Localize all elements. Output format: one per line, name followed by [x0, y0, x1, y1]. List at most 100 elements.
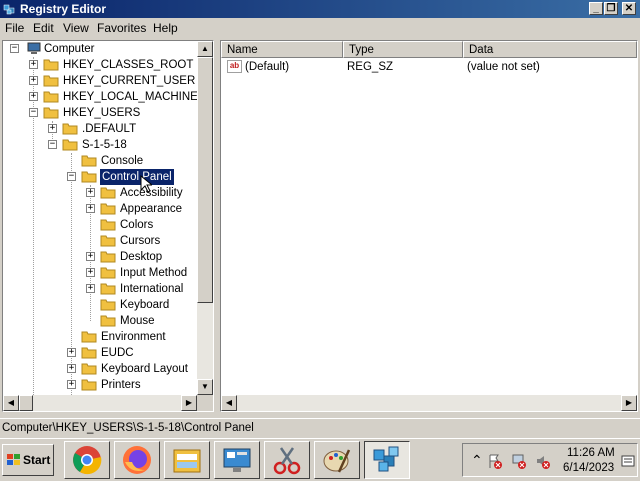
- menu-file[interactable]: File: [5, 21, 24, 35]
- tree-node-s-1-5-18[interactable]: − S-1-5-18: [3, 137, 213, 153]
- scroll-thumb[interactable]: [197, 57, 213, 303]
- collapse-toggle[interactable]: −: [29, 108, 38, 117]
- scroll-right-button[interactable]: ▶: [621, 395, 637, 411]
- keyboard-language-icon[interactable]: [621, 455, 635, 467]
- tree-node-hku[interactable]: − HKEY_USERS: [3, 105, 213, 121]
- expand-toggle[interactable]: +: [67, 380, 76, 389]
- expand-toggle[interactable]: +: [86, 252, 95, 261]
- volume-muted-icon[interactable]: [535, 453, 551, 469]
- tree-node-hkcu[interactable]: + HKEY_CURRENT_USER: [3, 73, 213, 89]
- tree-node-cursors[interactable]: Cursors: [3, 233, 213, 249]
- scroll-thumb[interactable]: [19, 395, 33, 411]
- folder-open-icon: [81, 171, 97, 183]
- tree-node-console[interactable]: Console: [3, 153, 213, 169]
- string-value-icon: ab: [227, 60, 242, 73]
- folder-open-icon: [43, 107, 59, 119]
- taskbar-explorer-button[interactable]: [164, 441, 210, 479]
- tree-node-keyboard[interactable]: Keyboard: [3, 297, 213, 313]
- start-button[interactable]: Start: [2, 444, 54, 476]
- expand-toggle[interactable]: +: [86, 204, 95, 213]
- tree-node-default[interactable]: + .DEFAULT: [3, 121, 213, 137]
- tree-node-eudc[interactable]: + EUDC: [3, 345, 213, 361]
- scroll-left-button[interactable]: ◀: [3, 395, 19, 411]
- list-horizontal-scrollbar[interactable]: ◀ ▶: [221, 395, 637, 411]
- tree-node-computer[interactable]: − Computer: [3, 41, 213, 57]
- restore-button[interactable]: ❐: [604, 2, 618, 15]
- expand-toggle[interactable]: +: [29, 60, 38, 69]
- expand-toggle[interactable]: +: [29, 92, 38, 101]
- tree-node-appearance[interactable]: + Appearance: [3, 201, 213, 217]
- folder-icon: [81, 379, 97, 391]
- value-row-default[interactable]: ab (Default) REG_SZ (value not set): [221, 59, 637, 75]
- taskbar-registry-editor-button[interactable]: [364, 441, 410, 479]
- tree-vertical-scrollbar[interactable]: ▲ ▼: [197, 41, 213, 395]
- collapse-toggle[interactable]: −: [48, 140, 57, 149]
- tree-node-keyboard-layout[interactable]: + Keyboard Layout: [3, 361, 213, 377]
- tree-label: Keyboard: [120, 299, 170, 311]
- tree-node-mouse[interactable]: Mouse: [3, 313, 213, 329]
- clock-time[interactable]: 11:26 AM: [567, 447, 615, 459]
- column-header-name[interactable]: Name: [221, 41, 343, 58]
- tree-label: HKEY_USERS: [63, 107, 141, 119]
- folder-open-icon: [62, 139, 78, 151]
- clock-date[interactable]: 6/14/2023: [563, 462, 614, 474]
- tree-node-hkcr[interactable]: + HKEY_CLASSES_ROOT: [3, 57, 213, 73]
- expand-toggle[interactable]: +: [67, 364, 76, 373]
- title-bar: Registry Editor _ ❐ ✕: [0, 0, 640, 18]
- tree-node-colors[interactable]: Colors: [3, 217, 213, 233]
- expand-toggle[interactable]: +: [67, 348, 76, 357]
- expand-toggle[interactable]: +: [86, 284, 95, 293]
- tree-node-printers[interactable]: + Printers: [3, 377, 213, 393]
- tree-label: Keyboard Layout: [101, 363, 188, 375]
- taskbar-firefox-button[interactable]: [114, 441, 160, 479]
- registry-editor-icon: [373, 446, 399, 472]
- scroll-right-button[interactable]: ▶: [181, 395, 197, 411]
- menu-edit[interactable]: Edit: [33, 21, 54, 35]
- tree-node-accessibility[interactable]: + Accessibility: [3, 185, 213, 201]
- expand-toggle[interactable]: +: [48, 124, 57, 133]
- column-header-data[interactable]: Data: [463, 41, 637, 58]
- folder-icon: [43, 59, 59, 71]
- tree-node-hklm[interactable]: + HKEY_LOCAL_MACHINE: [3, 89, 213, 105]
- folder-icon: [81, 331, 97, 343]
- taskbar-control-panel-button[interactable]: [214, 441, 260, 479]
- folder-icon: [100, 235, 116, 247]
- scroll-left-button[interactable]: ◀: [221, 395, 237, 411]
- tree-node-input-method[interactable]: + Input Method: [3, 265, 213, 281]
- action-center-flag-icon[interactable]: [487, 453, 503, 469]
- folder-icon: [100, 219, 116, 231]
- value-type: REG_SZ: [347, 61, 394, 73]
- tree-node-desktop[interactable]: + Desktop: [3, 249, 213, 265]
- tray-expand-button[interactable]: ⌃: [471, 452, 483, 469]
- taskbar: Start ⌃ 11:26 AM 6/14/2023: [0, 438, 640, 481]
- tree-node-environment[interactable]: Environment: [3, 329, 213, 345]
- expand-toggle[interactable]: +: [86, 268, 95, 277]
- values-list[interactable]: Name Type Data ab (Default) REG_SZ (valu…: [220, 40, 638, 412]
- folder-icon: [100, 267, 116, 279]
- column-header-type[interactable]: Type: [343, 41, 463, 58]
- expand-toggle[interactable]: +: [29, 76, 38, 85]
- collapse-toggle[interactable]: −: [67, 172, 76, 181]
- minimize-button[interactable]: _: [589, 2, 603, 15]
- taskbar-chrome-button[interactable]: [64, 441, 110, 479]
- menu-view[interactable]: View: [63, 21, 89, 35]
- folder-icon: [100, 251, 116, 263]
- taskbar-snipping-tool-button[interactable]: [264, 441, 310, 479]
- network-icon[interactable]: [511, 453, 527, 469]
- scroll-down-button[interactable]: ▼: [197, 379, 213, 395]
- tree-horizontal-scrollbar[interactable]: ◀ ▶: [3, 395, 197, 411]
- tree-node-control-panel[interactable]: − Control Panel: [3, 168, 213, 186]
- tree-label: HKEY_CURRENT_USER: [63, 75, 196, 87]
- folder-icon: [43, 91, 59, 103]
- collapse-toggle[interactable]: −: [10, 44, 19, 53]
- expand-toggle[interactable]: +: [86, 188, 95, 197]
- tree-node-international[interactable]: + International: [3, 281, 213, 297]
- scroll-up-button[interactable]: ▲: [197, 41, 213, 57]
- menu-help[interactable]: Help: [153, 21, 178, 35]
- menu-favorites[interactable]: Favorites: [97, 21, 146, 35]
- tree-label: HKEY_LOCAL_MACHINE: [63, 91, 198, 103]
- registry-tree[interactable]: − Computer + HKEY_CLASSES_ROOT + HKEY_CU…: [2, 40, 214, 412]
- taskbar-paint-button[interactable]: [314, 441, 360, 479]
- close-button[interactable]: ✕: [622, 2, 636, 15]
- scroll-corner: [197, 395, 213, 411]
